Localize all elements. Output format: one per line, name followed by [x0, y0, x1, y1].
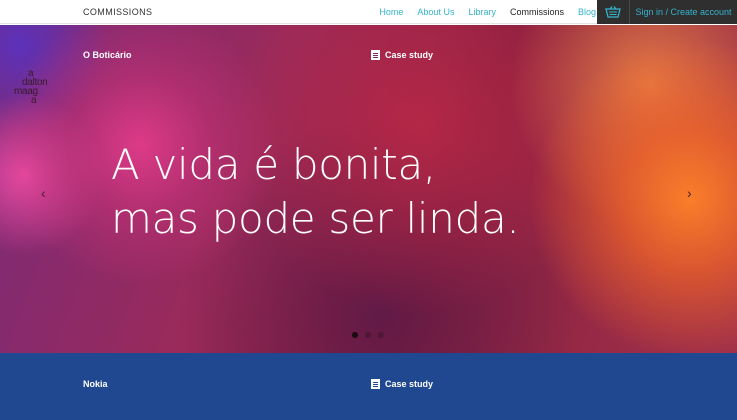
- slide-indicators: [352, 332, 384, 338]
- slide-dot-1[interactable]: [352, 332, 358, 338]
- nav-about-us[interactable]: About Us: [417, 7, 454, 17]
- logo-line-3: maag: [14, 86, 38, 97]
- hero-headline: A vida é bonita, mas pode ser linda.: [111, 138, 631, 246]
- nav-commissions[interactable]: Commissions: [510, 7, 564, 17]
- top-bar: COMMISSIONS Home About Us Library Commis…: [0, 0, 737, 24]
- nav-library[interactable]: Library: [468, 7, 496, 17]
- case-study-label: Case study: [371, 50, 433, 60]
- hero-slide[interactable]: O Boticário Case study a dalton maag a A…: [0, 25, 737, 353]
- nav-blog[interactable]: Blog: [578, 7, 596, 17]
- signin-button[interactable]: Sign in / Create account: [629, 0, 737, 24]
- client-name: Nokia: [83, 379, 108, 389]
- slide-dot-2[interactable]: [365, 332, 371, 338]
- document-icon: [371, 379, 380, 389]
- main-nav: Home About Us Library Commissions Blog: [379, 7, 596, 17]
- basket-icon: [605, 6, 621, 18]
- section-title: COMMISSIONS: [83, 7, 153, 17]
- chevron-right-icon[interactable]: ›: [687, 185, 692, 201]
- nav-home[interactable]: Home: [379, 7, 403, 17]
- brand-logo: a dalton maag a: [14, 69, 64, 106]
- headline-line-2: mas pode ser linda.: [111, 194, 520, 243]
- case-study-text: Case study: [385, 379, 434, 389]
- document-icon: [371, 50, 380, 60]
- next-case-panel[interactable]: Nokia Case study: [0, 353, 737, 420]
- basket-button[interactable]: [597, 0, 629, 24]
- headline-line-1: A vida é bonita,: [111, 140, 436, 189]
- case-study-text: Case study: [385, 50, 434, 60]
- slide-dot-3[interactable]: [378, 332, 384, 338]
- client-name: O Boticário: [83, 50, 132, 60]
- case-study-label: Case study: [371, 379, 433, 389]
- logo-line-4: a: [31, 95, 37, 106]
- chevron-left-icon[interactable]: ‹: [41, 185, 46, 201]
